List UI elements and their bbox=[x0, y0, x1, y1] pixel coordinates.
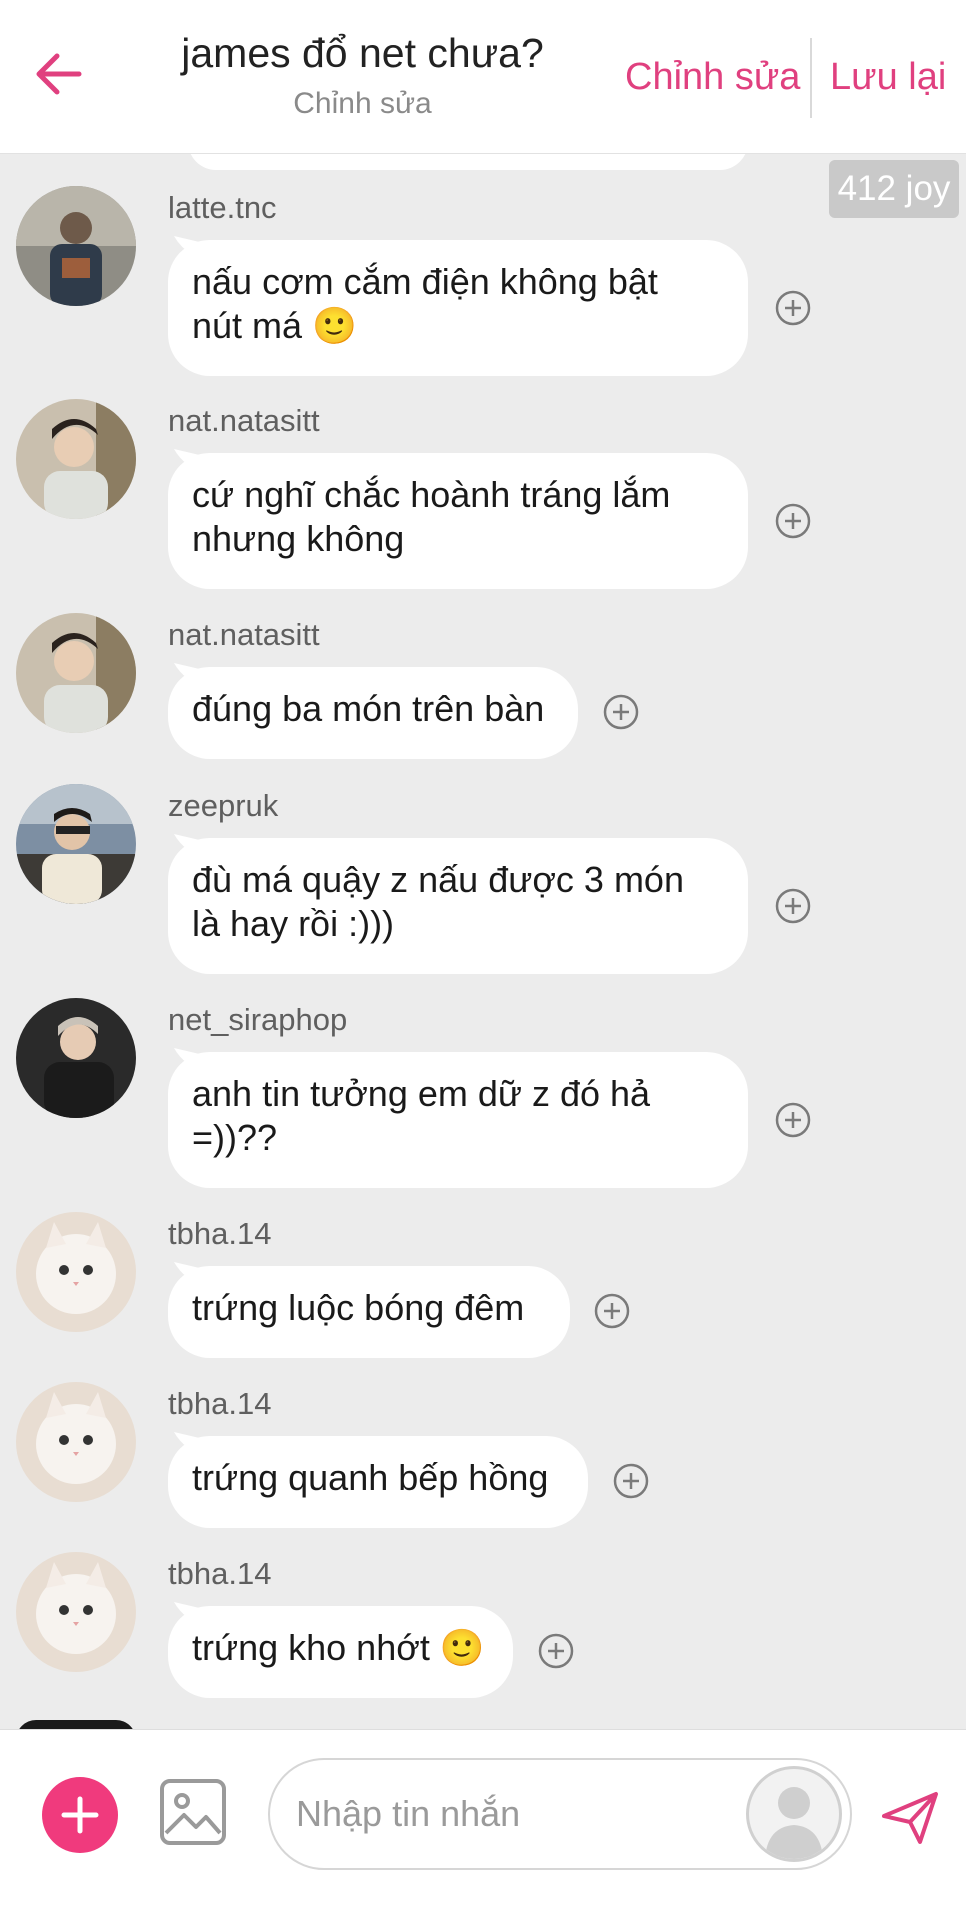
message-text-line: trứng luộc bóng đêm bbox=[192, 1287, 525, 1328]
send-icon[interactable] bbox=[880, 1790, 940, 1846]
message-text-line: là hay rồi :))) bbox=[192, 903, 395, 944]
user-silhouette-icon bbox=[765, 1787, 823, 1859]
conversation-title: james đổ net chưa? bbox=[181, 30, 544, 76]
plus-icon bbox=[61, 1796, 99, 1834]
message-username: nat.natasitt bbox=[168, 617, 320, 652]
avatar[interactable] bbox=[16, 186, 136, 306]
message-username: tbha.14 bbox=[168, 1386, 272, 1421]
add-reaction-icon[interactable] bbox=[612, 1462, 650, 1500]
message-text-line: =))?? bbox=[192, 1117, 278, 1158]
title-block: james đổ net chưa? Chỉnh sửa bbox=[150, 30, 575, 121]
message-text-line: trứng kho nhớt 🙂 bbox=[192, 1627, 485, 1668]
add-reaction-icon[interactable] bbox=[774, 1101, 812, 1139]
avatar[interactable] bbox=[16, 399, 136, 519]
add-reaction-icon[interactable] bbox=[774, 502, 812, 540]
conversation-subtitle[interactable]: Chỉnh sửa bbox=[150, 87, 575, 121]
sticker-avatar-button[interactable] bbox=[746, 1766, 842, 1862]
message-text-line: trứng quanh bếp hồng bbox=[192, 1457, 549, 1498]
message-composer bbox=[0, 1729, 966, 1920]
add-reaction-icon[interactable] bbox=[774, 887, 812, 925]
message-bubble[interactable]: trứng kho nhớt 🙂 bbox=[168, 1606, 513, 1698]
add-reaction-icon[interactable] bbox=[593, 1292, 631, 1330]
avatar[interactable] bbox=[16, 1212, 136, 1332]
add-reaction-icon[interactable] bbox=[537, 1632, 575, 1670]
avatar[interactable] bbox=[16, 1552, 136, 1672]
message-bubble[interactable]: trứng quanh bếp hồng bbox=[168, 1436, 588, 1528]
save-button[interactable]: Lưu lại bbox=[830, 56, 946, 99]
message-text-line: đúng ba món trên bàn bbox=[192, 688, 545, 729]
top-bar: james đổ net chưa? Chỉnh sửa Chỉnh sửa L… bbox=[0, 0, 966, 154]
message-text-line: đù má quậy z nấu được 3 món bbox=[192, 859, 684, 900]
message-username: tbha.14 bbox=[168, 1216, 272, 1251]
avatar[interactable] bbox=[16, 998, 136, 1118]
arrow-left-icon bbox=[36, 53, 82, 95]
message-text-line: nút má 🙂 bbox=[192, 305, 357, 346]
avatar[interactable] bbox=[16, 784, 136, 904]
add-reaction-icon[interactable] bbox=[602, 693, 640, 731]
message-text-line: cứ nghĩ chắc hoành tráng lắm bbox=[192, 474, 671, 515]
message-bubble[interactable]: cứ nghĩ chắc hoành tráng lắm nhưng không bbox=[168, 453, 748, 589]
message-text-line: nấu cơm cắm điện không bật bbox=[192, 261, 658, 302]
add-attachment-button[interactable] bbox=[42, 1777, 118, 1853]
message-bubble[interactable]: nấu cơm cắm điện không bật nút má 🙂 bbox=[168, 240, 748, 376]
previous-message-bubble bbox=[188, 154, 748, 170]
image-icon[interactable] bbox=[158, 1777, 228, 1847]
message-bubble[interactable]: đù má quậy z nấu được 3 món là hay rồi :… bbox=[168, 838, 748, 974]
message-username: net_siraphop bbox=[168, 1002, 348, 1037]
message-input[interactable] bbox=[296, 1784, 736, 1844]
message-bubble[interactable]: đúng ba món trên bàn bbox=[168, 667, 578, 759]
back-button[interactable] bbox=[28, 44, 88, 104]
message-text-line: nhưng không bbox=[192, 518, 405, 559]
edit-button[interactable]: Chỉnh sửa bbox=[625, 56, 800, 99]
message-username: latte.tnc bbox=[168, 190, 277, 225]
avatar[interactable] bbox=[16, 1382, 136, 1502]
message-bubble[interactable]: trứng luộc bóng đêm bbox=[168, 1266, 570, 1358]
message-username: tbha.14 bbox=[168, 1556, 272, 1591]
avatar[interactable] bbox=[16, 613, 136, 733]
message-input-wrapper[interactable] bbox=[268, 1758, 852, 1870]
message-username: zeepruk bbox=[168, 788, 279, 823]
header-divider bbox=[810, 38, 812, 118]
message-bubble[interactable]: anh tin tưởng em dữ z đó hả =))?? bbox=[168, 1052, 748, 1188]
message-username: nat.natasitt bbox=[168, 403, 320, 438]
joy-badge: 412 joy bbox=[829, 160, 959, 218]
message-text-line: anh tin tưởng em dữ z đó hả bbox=[192, 1073, 651, 1114]
add-reaction-icon[interactable] bbox=[774, 289, 812, 327]
avatar bbox=[16, 1720, 136, 1729]
message-list[interactable]: 412 joy latte.tnc nấu cơm cắm điện không… bbox=[0, 154, 966, 1729]
